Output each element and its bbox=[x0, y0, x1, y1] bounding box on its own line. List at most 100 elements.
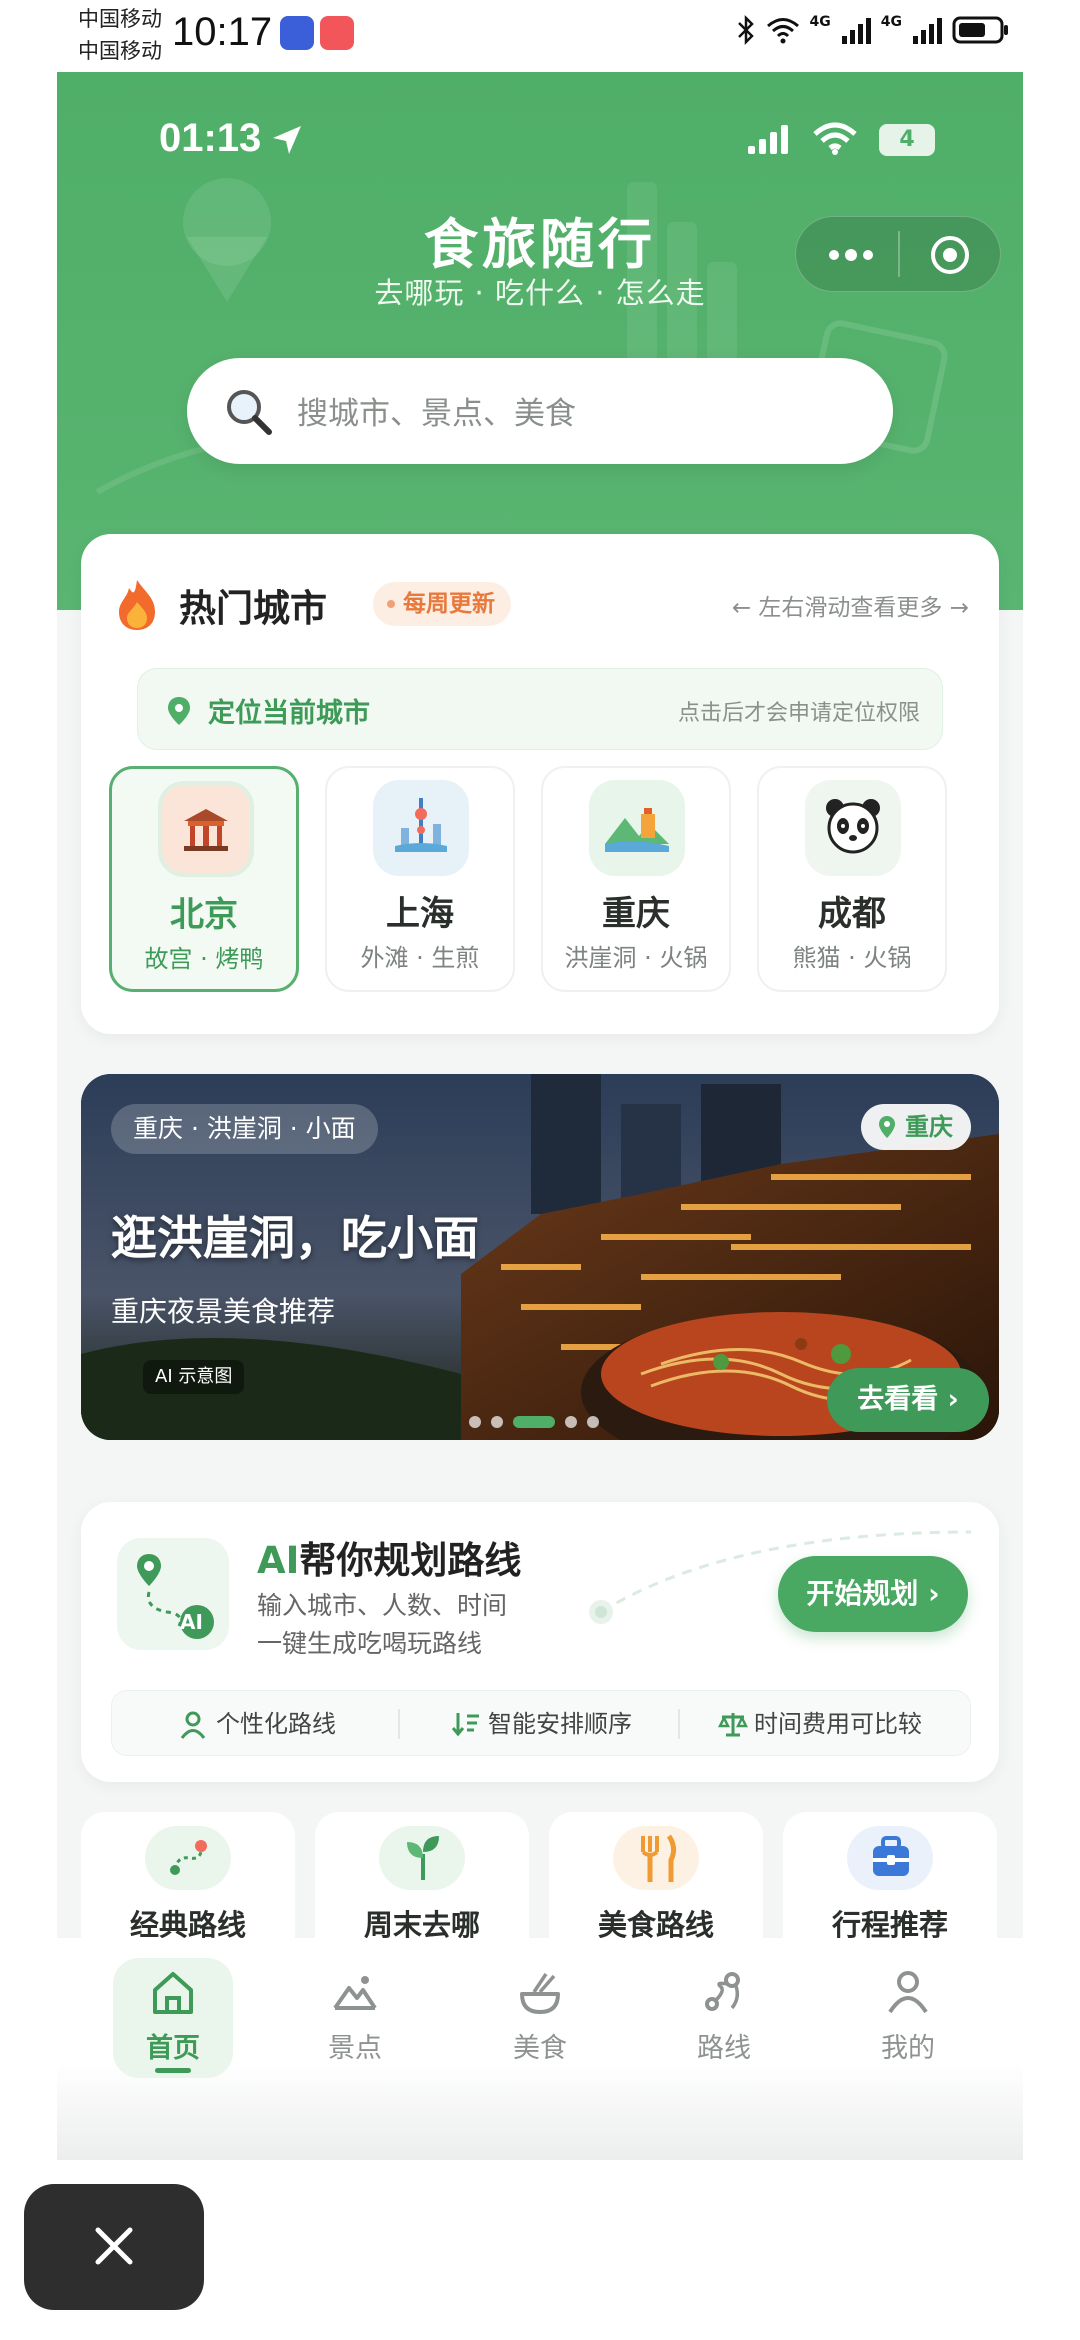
pagination-dot[interactable] bbox=[565, 1416, 577, 1428]
tab-routes[interactable]: 路线 bbox=[664, 1958, 784, 2078]
search-bar[interactable]: 搜城市、景点、美食 bbox=[187, 358, 893, 464]
scale-icon bbox=[718, 1713, 748, 1737]
pagination-dot[interactable] bbox=[491, 1416, 503, 1428]
bottom-tab-bar: 首页 景点 美食 路线 我的 bbox=[57, 1938, 1023, 2160]
fork-knife-icon bbox=[613, 1826, 699, 1890]
weekly-update-badge: 每周更新 bbox=[373, 582, 511, 626]
location-pin-icon bbox=[879, 1116, 895, 1138]
banner-subtitle: 重庆夜景美食推荐 bbox=[111, 1295, 336, 1328]
ai-badge-text: AI bbox=[180, 1610, 203, 1634]
banner-pagination bbox=[81, 1416, 999, 1428]
pagination-dot-active[interactable] bbox=[513, 1416, 555, 1428]
ai-card-title: AI帮你规划路线 bbox=[257, 1530, 521, 1584]
swipe-hint: ← 左右滑动查看更多 → bbox=[731, 595, 969, 621]
signal-icon bbox=[913, 18, 942, 44]
system-status-bar: 中国移动 中国移动 10:17 4G 4G bbox=[0, 0, 1080, 72]
floating-close-button[interactable] bbox=[24, 2184, 204, 2310]
battery-icon bbox=[952, 16, 1008, 44]
ai-title-text: 帮你规划路线 bbox=[299, 1539, 522, 1582]
tab-food[interactable]: 美食 bbox=[480, 1958, 600, 2078]
tower-icon bbox=[373, 780, 469, 876]
carrier-label: 中国移动 bbox=[78, 7, 162, 31]
location-pin-icon bbox=[168, 697, 190, 725]
locate-label: 定位当前城市 bbox=[208, 698, 370, 729]
ai-desc-line1: 输入城市、人数、时间 bbox=[257, 1591, 508, 1620]
ai-feature-list: 个性化路线 智能安排顺序 时间费用可比较 bbox=[111, 1690, 971, 1756]
pagination-dot[interactable] bbox=[587, 1416, 599, 1428]
banner-tag-chip: 重庆 · 洪崖洞 · 小面 bbox=[111, 1104, 378, 1154]
mini-program-screen: 01:13 4 食旅随行 去哪玩 · 吃什么 · 怎么走 搜城市、景点、美食 热… bbox=[57, 72, 1023, 2160]
tab-label: 路线 bbox=[697, 2033, 751, 2064]
city-tags: 洪崖洞 · 火锅 bbox=[564, 944, 708, 972]
start-planning-button[interactable]: 开始规划 › bbox=[778, 1556, 968, 1632]
search-icon bbox=[227, 390, 272, 435]
mini-program-capsule bbox=[795, 216, 1001, 292]
system-indicators: 4G 4G bbox=[736, 14, 1010, 46]
palace-icon bbox=[158, 781, 254, 877]
tab-label: 首页 bbox=[146, 2033, 200, 2064]
bowl-icon bbox=[520, 1973, 560, 2014]
city-name: 上海 bbox=[386, 894, 454, 934]
route-icon bbox=[705, 1972, 740, 2011]
featured-banner[interactable]: 重庆 · 洪崖洞 · 小面 重庆 逛洪崖洞，吃小面 重庆夜景美食推荐 AI 示意… bbox=[81, 1074, 999, 1440]
pagination-dot[interactable] bbox=[469, 1416, 481, 1428]
ai-highlight: AI bbox=[257, 1539, 300, 1582]
city-card-shanghai[interactable]: 上海 外滩 · 生煎 bbox=[325, 766, 515, 992]
city-tags: 外滩 · 生煎 bbox=[360, 944, 480, 972]
user-icon bbox=[888, 1971, 928, 2014]
tab-label: 我的 bbox=[881, 2033, 935, 2064]
location-arrow-icon bbox=[273, 126, 301, 154]
network-type: 4G bbox=[809, 14, 831, 30]
suitcase-icon bbox=[847, 1826, 933, 1890]
close-icon bbox=[95, 2227, 133, 2265]
hot-cities-card: 热门城市 每周更新 ← 左右滑动查看更多 → 定位当前城市 点击后才会申请定位权… bbox=[81, 534, 999, 1034]
section-title: 热门城市 bbox=[179, 587, 327, 630]
city-name: 成都 bbox=[818, 894, 886, 934]
fire-icon bbox=[119, 580, 155, 630]
banner-title: 逛洪崖洞，吃小面 bbox=[111, 1211, 479, 1265]
city-card-beijing[interactable]: 北京 故宫 · 烤鸭 bbox=[109, 766, 299, 992]
ai-desc-line2: 一键生成吃喝玩路线 bbox=[257, 1629, 483, 1658]
active-tab-indicator bbox=[155, 2068, 191, 2073]
tab-scenic[interactable]: 景点 bbox=[295, 1958, 415, 2078]
carrier-label: 中国移动 bbox=[78, 39, 162, 63]
city-tags: 故宫 · 烤鸭 bbox=[144, 945, 264, 973]
city-card-chengdu[interactable]: 成都 熊猫 · 火锅 bbox=[757, 766, 947, 992]
tab-home[interactable]: 首页 bbox=[113, 1958, 233, 2078]
tab-profile[interactable]: 我的 bbox=[848, 1958, 968, 2078]
mountain-icon bbox=[333, 1976, 377, 2010]
city-tags: 熊猫 · 火锅 bbox=[792, 944, 912, 972]
more-icon[interactable] bbox=[826, 243, 876, 267]
feature-smart-order: 智能安排顺序 bbox=[488, 1710, 632, 1738]
header-hero: 01:13 4 食旅随行 去哪玩 · 吃什么 · 怎么走 搜城市、景点、美食 bbox=[57, 72, 1023, 610]
ai-route-planner-card[interactable]: AI AI帮你规划路线 输入城市、人数、时间 一键生成吃喝玩路线 开始规划 › … bbox=[81, 1502, 999, 1782]
city-name: 北京 bbox=[170, 895, 238, 935]
locate-city-button[interactable]: 定位当前城市 点击后才会申请定位权限 bbox=[137, 668, 943, 750]
ai-map-icon: AI bbox=[117, 1538, 229, 1650]
inner-status-time: 01:13 bbox=[159, 116, 262, 160]
banner-city-name: 重庆 bbox=[905, 1113, 953, 1141]
mountain-building-icon bbox=[589, 780, 685, 876]
ai-illustration-mark: AI 示意图 bbox=[143, 1360, 245, 1394]
battery-indicator: 4 bbox=[879, 124, 935, 156]
tab-label: 美食 bbox=[513, 2033, 567, 2064]
feature-personalized: 个性化路线 bbox=[216, 1710, 336, 1738]
home-icon bbox=[153, 1972, 193, 2014]
close-target-icon[interactable] bbox=[928, 233, 972, 277]
user-icon bbox=[180, 1711, 206, 1739]
city-name: 重庆 bbox=[602, 894, 670, 934]
city-card-chongqing[interactable]: 重庆 洪崖洞 · 火锅 bbox=[541, 766, 731, 992]
sprout-icon bbox=[379, 1826, 465, 1890]
sort-icon bbox=[452, 1713, 479, 1737]
network-type: 4G bbox=[880, 14, 902, 30]
wifi-icon bbox=[766, 18, 799, 44]
panda-icon bbox=[805, 780, 901, 876]
bluetooth-icon bbox=[737, 14, 754, 46]
locate-hint: 点击后才会申请定位权限 bbox=[677, 701, 920, 726]
wifi-icon bbox=[813, 122, 857, 155]
feature-compare: 时间费用可比较 bbox=[754, 1710, 922, 1738]
tab-label: 景点 bbox=[328, 2033, 382, 2064]
notification-app-icon bbox=[280, 16, 314, 50]
search-placeholder: 搜城市、景点、美食 bbox=[297, 396, 576, 432]
signal-icon bbox=[841, 18, 871, 44]
